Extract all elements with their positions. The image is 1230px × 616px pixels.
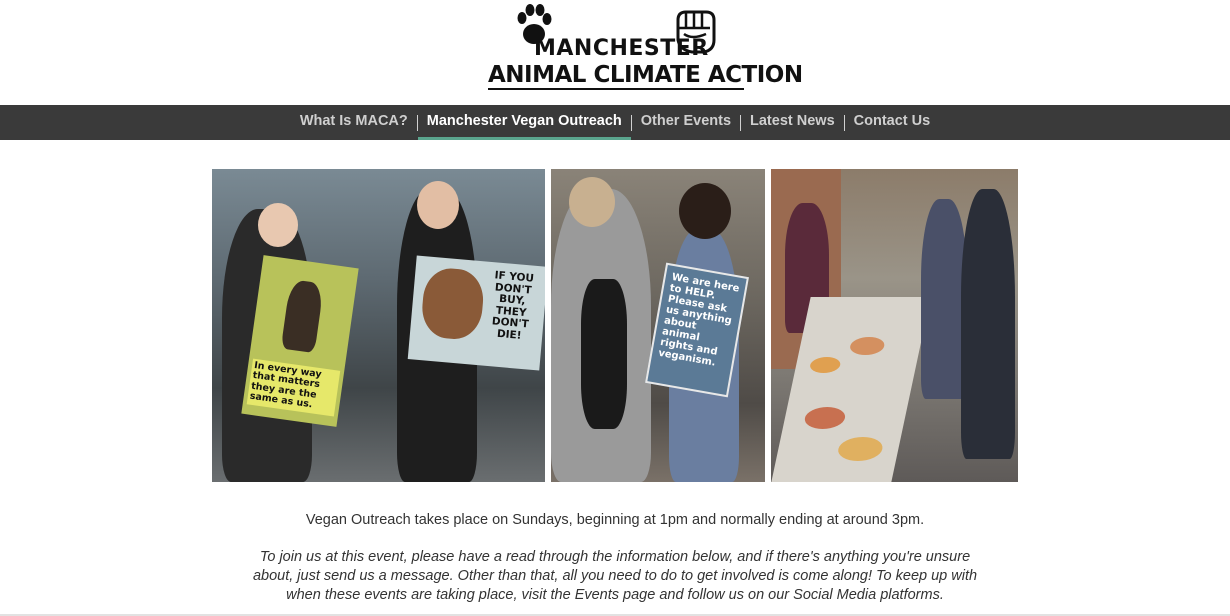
site-logo[interactable]: MANCHESTER ANIMAL CLIMATE ACTION	[488, 2, 803, 94]
person-face	[258, 203, 298, 247]
outreach-photo-conversation[interactable]: We are here to HELP. Please ask us anyth…	[551, 169, 765, 482]
outreach-photo-signs[interactable]: In every way that matters they are the s…	[212, 169, 545, 482]
sign-text: In every way that matters they are the s…	[246, 358, 341, 417]
person-face	[569, 177, 615, 227]
nav-item-vegan-outreach[interactable]: Manchester Vegan Outreach	[417, 105, 631, 140]
nav-item-what-is-maca[interactable]: What Is MACA?	[291, 105, 417, 140]
nav-item-contact-us[interactable]: Contact Us	[845, 105, 940, 140]
schedule-text: Vegan Outreach takes place on Sundays, b…	[305, 512, 925, 528]
outreach-photo-food-table[interactable]	[771, 169, 1018, 482]
person-hair	[679, 183, 731, 239]
join-us-text: To join us at this event, please have a …	[252, 549, 978, 603]
main-nav: What Is MACA? Manchester Vegan Outreach …	[0, 105, 1230, 140]
site-header: MANCHESTER ANIMAL CLIMATE ACTION	[0, 0, 1230, 105]
nav-item-latest-news[interactable]: Latest News	[741, 105, 844, 140]
backpack	[581, 279, 627, 429]
sign-text: We are here to HELP. Please ask us anyth…	[657, 271, 741, 369]
nav-item-other-events[interactable]: Other Events	[632, 105, 740, 140]
person-face	[417, 181, 459, 229]
protest-sign-cow: IF YOU DON'T BUY, THEY DON'T DIE!	[407, 255, 545, 371]
protest-sign-donkey: In every way that matters they are the s…	[241, 255, 359, 427]
sign-text: IF YOU DON'T BUY, THEY DON'T DIE!	[491, 269, 535, 342]
person-figure	[961, 189, 1015, 459]
logo-line-2: ANIMAL CLIMATE ACTION	[488, 62, 803, 90]
logo-line-1: MANCHESTER	[534, 36, 709, 61]
